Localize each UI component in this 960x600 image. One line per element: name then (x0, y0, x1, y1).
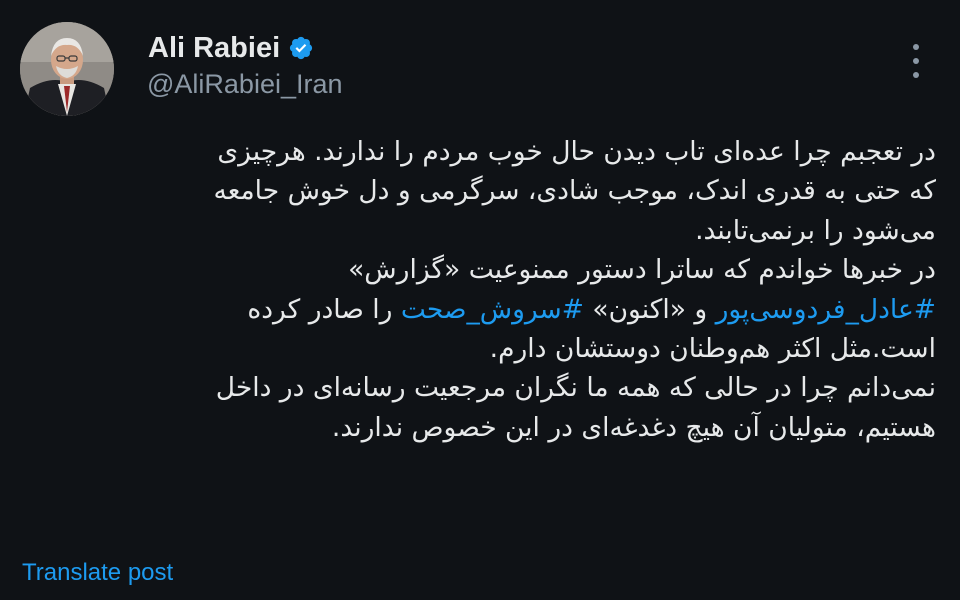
tweet-text-segment: است.مثل اکثر هم‌وطنان دوستشان دارم. (489, 332, 936, 364)
dot (913, 58, 919, 64)
tweet-line: در تعجبم چرا عده‌ای تاب دیدن حال خوب مرد… (20, 132, 936, 171)
tweet-text-segment: هستیم، متولیان آن هیچ دغدغه‌ای در این خص… (331, 411, 936, 443)
tweet-line: در خبرها خواندم که ساترا دستور ممنوعیت «… (20, 250, 936, 289)
hashtag-link[interactable]: #سروش_صحت (401, 294, 584, 325)
tweet-card: Ali Rabiei @AliRabiei_Iran در تعجبم چرا … (0, 0, 960, 600)
tweet-line: هستیم، متولیان آن هیچ دغدغه‌ای در این خص… (20, 408, 936, 447)
tweet-text-segment: در تعجبم چرا عده‌ای تاب دیدن حال خوب مرد… (217, 136, 936, 167)
author-handle[interactable]: @AliRabiei_Iran (147, 67, 343, 101)
tweet-line: نمی‌دانم چرا در حالی که همه ما نگران مرج… (20, 368, 936, 407)
hashtag-link[interactable]: #عادل_فردوسی‌پور (716, 294, 936, 325)
author-display-name[interactable]: Ali Rabiei (148, 30, 280, 66)
dot (913, 44, 919, 50)
avatar[interactable] (20, 22, 114, 116)
tweet-text: در تعجبم چرا عده‌ای تاب دیدن حال خوب مرد… (20, 132, 937, 447)
tweet-text-segment: و «اکنون» (583, 293, 716, 325)
tweet-line: #عادل_فردوسی‌پور و «اکنون» #سروش_صحت را … (20, 290, 936, 329)
tweet-text-segment: در خبرها خواندم که ساترا دستور ممنوعیت «… (348, 254, 936, 286)
verified-badge-icon (288, 35, 314, 61)
tweet-line: که حتی به قدری اندک، موجب شادی، سرگرمی و… (20, 171, 937, 210)
translate-post-link[interactable]: Translate post (22, 556, 173, 590)
tweet-line: است.مثل اکثر هم‌وطنان دوستشان دارم. (20, 329, 936, 368)
tweet-text-segment: که حتی به قدری اندک، موجب شادی، سرگرمی و… (213, 175, 937, 207)
profile-photo (20, 22, 114, 116)
dot (913, 72, 919, 78)
more-options-icon[interactable] (900, 44, 932, 78)
tweet-text-segment: نمی‌دانم چرا در حالی که همه ما نگران مرج… (215, 372, 936, 404)
author-name-row: Ali Rabiei (148, 30, 314, 66)
tweet-text-segment: می‌شود را برنمی‌تابند. (695, 214, 936, 246)
tweet-line: می‌شود را برنمی‌تابند. (20, 211, 936, 250)
tweet-text-segment: را صادر کرده (247, 293, 401, 325)
